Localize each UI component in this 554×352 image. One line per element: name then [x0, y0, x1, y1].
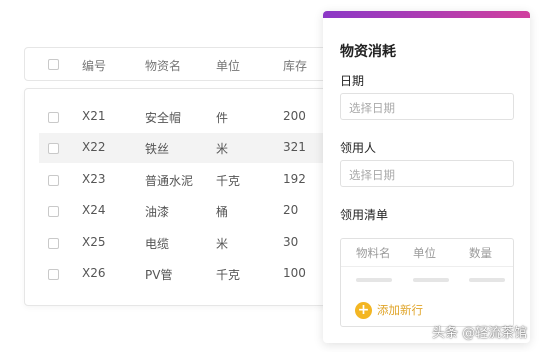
column-header-stock[interactable]: 库存 — [283, 57, 307, 74]
cell-unit: 米 — [216, 142, 229, 156]
cell-name: PV管 — [145, 268, 173, 282]
add-row-button[interactable]: + 添加新行 — [355, 301, 423, 319]
cell-stock: 192 — [283, 172, 306, 186]
cell-unit: 千克 — [216, 268, 241, 282]
row-checkbox[interactable] — [48, 269, 59, 280]
requisition-list-label: 领用清单 — [340, 208, 389, 222]
list-header-material: 物料名 — [356, 246, 391, 260]
list-placeholder-unit — [413, 278, 449, 282]
list-placeholder-quantity — [469, 278, 505, 282]
add-row-label: 添加新行 — [377, 303, 423, 317]
watermark: 头条 @轻流茶馆 — [432, 326, 528, 341]
column-header-unit[interactable]: 单位 — [216, 57, 240, 74]
select-all-checkbox[interactable] — [48, 59, 59, 70]
recipient-placeholder: 选择日期 — [349, 168, 395, 182]
cell-name: 油漆 — [145, 205, 170, 219]
column-header-name[interactable]: 物资名 — [145, 57, 181, 74]
recipient-label: 领用人 — [340, 141, 377, 155]
list-header-unit: 单位 — [413, 246, 436, 260]
cell-unit: 桶 — [216, 205, 229, 219]
cell-id: X26 — [82, 266, 106, 280]
cell-id: X24 — [82, 203, 106, 217]
row-checkbox[interactable] — [48, 112, 59, 123]
date-picker-input[interactable]: 选择日期 — [340, 93, 514, 120]
cell-stock: 20 — [283, 203, 299, 217]
cell-unit: 件 — [216, 111, 229, 125]
cell-name: 电缆 — [145, 237, 170, 251]
row-checkbox[interactable] — [48, 143, 59, 154]
cell-name: 铁丝 — [145, 142, 170, 156]
material-consumption-panel: 物资消耗 日期 选择日期 领用人 选择日期 领用清单 物料名 单位 数量 + 添… — [323, 11, 530, 343]
cell-stock: 321 — [283, 140, 306, 154]
row-checkbox[interactable] — [48, 175, 59, 186]
list-divider — [341, 266, 513, 267]
list-placeholder-material — [356, 278, 392, 282]
cell-name: 安全帽 — [145, 111, 182, 125]
cell-unit: 米 — [216, 237, 229, 251]
cell-id: X23 — [82, 172, 106, 186]
cell-name: 普通水泥 — [145, 174, 194, 188]
panel-title: 物资消耗 — [340, 44, 396, 60]
requisition-list-table: 物料名 单位 数量 + 添加新行 — [340, 238, 514, 327]
cell-stock: 100 — [283, 266, 306, 280]
cell-id: X25 — [82, 235, 106, 249]
recipient-input[interactable]: 选择日期 — [340, 160, 514, 187]
plus-icon: + — [355, 301, 372, 319]
table-row[interactable]: X23 普通水泥 千克 192 — [39, 165, 335, 195]
cell-stock: 30 — [283, 235, 299, 249]
row-checkbox[interactable] — [48, 206, 59, 217]
table-row[interactable]: X22 铁丝 米 321 — [39, 133, 335, 163]
cell-id: X21 — [82, 109, 106, 123]
row-checkbox[interactable] — [48, 238, 59, 249]
list-header-quantity: 数量 — [469, 246, 492, 260]
table-row[interactable]: X21 安全帽 件 200 — [39, 102, 335, 132]
cell-stock: 200 — [283, 109, 306, 123]
table-header: 编号 物资名 单位 库存 — [24, 47, 334, 81]
table-body: X21 安全帽 件 200 X22 铁丝 米 321 X23 普通水泥 千克 1… — [24, 88, 335, 306]
table-row[interactable]: X25 电缆 米 30 — [39, 228, 335, 258]
date-placeholder: 选择日期 — [349, 101, 395, 115]
table-row[interactable]: X24 油漆 桶 20 — [39, 196, 335, 226]
date-label: 日期 — [340, 74, 365, 88]
column-header-id[interactable]: 编号 — [82, 57, 106, 74]
panel-accent-bar — [323, 11, 530, 18]
cell-id: X22 — [82, 140, 106, 154]
cell-unit: 千克 — [216, 174, 241, 188]
table-row[interactable]: X26 PV管 千克 100 — [39, 259, 335, 289]
